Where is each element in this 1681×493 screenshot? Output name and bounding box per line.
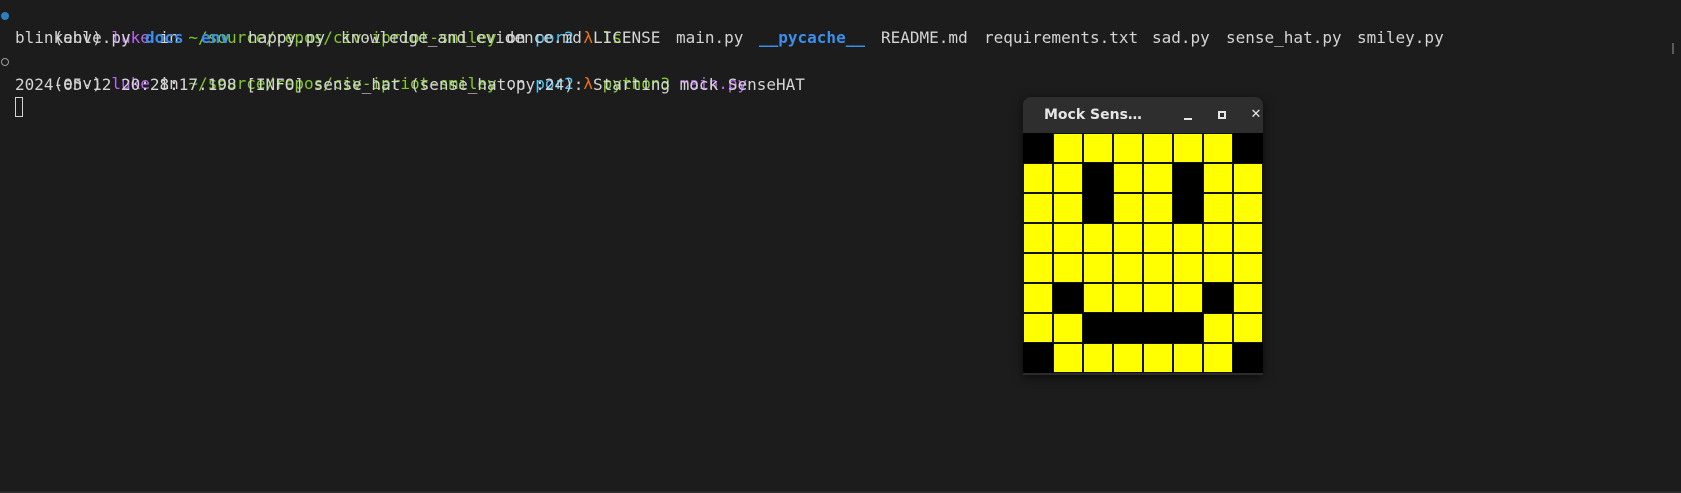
led-pixel bbox=[1083, 193, 1113, 223]
ls-directory-entry: docs bbox=[145, 28, 184, 47]
window-title: Mock Sens… bbox=[1044, 107, 1142, 123]
command-status-running-icon bbox=[1, 58, 9, 66]
led-pixel bbox=[1173, 343, 1203, 373]
led-pixel bbox=[1203, 223, 1233, 253]
led-pixel bbox=[1203, 193, 1233, 223]
led-pixel bbox=[1023, 223, 1053, 253]
led-pixel bbox=[1233, 253, 1263, 283]
led-pixel bbox=[1113, 343, 1143, 373]
led-pixel bbox=[1173, 313, 1203, 343]
ls-file-entry: happy.py bbox=[248, 28, 326, 47]
led-pixel bbox=[1143, 133, 1173, 163]
window-title-bar[interactable]: Mock Sens… ✕ bbox=[1023, 97, 1263, 133]
ls-file-entry: sad.py bbox=[1152, 28, 1210, 47]
close-icon: ✕ bbox=[1250, 107, 1262, 122]
led-pixel bbox=[1143, 253, 1173, 283]
led-pixel bbox=[1083, 133, 1113, 163]
led-pixel bbox=[1053, 343, 1083, 373]
led-pixel bbox=[1203, 253, 1233, 283]
led-pixel bbox=[1203, 313, 1233, 343]
led-pixel bbox=[1173, 223, 1203, 253]
led-pixel bbox=[1173, 283, 1203, 313]
led-pixel bbox=[1173, 253, 1203, 283]
led-pixel bbox=[1053, 283, 1083, 313]
led-pixel bbox=[1143, 343, 1173, 373]
maximize-button[interactable] bbox=[1210, 103, 1234, 127]
led-pixel bbox=[1053, 253, 1083, 283]
ls-file-entry: sense_hat.py bbox=[1226, 28, 1342, 47]
led-pixel bbox=[1053, 193, 1083, 223]
led-pixel bbox=[1233, 223, 1263, 253]
led-pixel bbox=[1233, 343, 1263, 373]
led-pixel bbox=[1023, 283, 1053, 313]
led-pixel bbox=[1233, 193, 1263, 223]
led-pixel bbox=[1083, 313, 1113, 343]
ls-file-entry: README.md bbox=[881, 28, 968, 47]
led-pixel bbox=[1113, 223, 1143, 253]
led-pixel bbox=[1143, 223, 1173, 253]
led-pixel bbox=[1023, 193, 1053, 223]
led-pixel bbox=[1053, 223, 1083, 253]
led-pixel bbox=[1083, 223, 1113, 253]
command-status-success-icon bbox=[1, 12, 9, 20]
led-pixel bbox=[1083, 343, 1113, 373]
led-pixel bbox=[1053, 133, 1083, 163]
ls-file-entry: main.py bbox=[676, 28, 744, 47]
minimize-icon bbox=[1184, 118, 1192, 120]
led-pixel bbox=[1143, 193, 1173, 223]
led-pixel bbox=[1083, 253, 1113, 283]
led-pixel bbox=[1203, 133, 1233, 163]
led-pixel bbox=[1023, 313, 1053, 343]
led-pixel bbox=[1053, 313, 1083, 343]
maximize-icon bbox=[1218, 111, 1226, 119]
led-pixel bbox=[1113, 163, 1143, 193]
ls-file-entry: requirements.txt bbox=[984, 28, 1139, 47]
ls-output-line: blinkable.py docs env happy.py knowledge_and… bbox=[15, 27, 1665, 49]
terminal-window[interactable]: (env) luke in ~/source/repos/civ-ipriot-… bbox=[0, 0, 1681, 493]
minimize-button[interactable] bbox=[1176, 103, 1200, 127]
led-pixel bbox=[1113, 253, 1143, 283]
led-pixel bbox=[1233, 313, 1263, 343]
led-pixel bbox=[1203, 163, 1233, 193]
ls-directory-entry: __pycache__ bbox=[759, 28, 865, 47]
led-pixel bbox=[1023, 163, 1053, 193]
ls-file-entry: knowledge_and_evidence.md bbox=[341, 28, 582, 47]
led-pixel bbox=[1233, 283, 1263, 313]
led-pixel bbox=[1143, 283, 1173, 313]
led-pixel bbox=[1023, 343, 1053, 373]
terminal-cursor bbox=[15, 97, 23, 117]
led-pixel bbox=[1203, 283, 1233, 313]
led-pixel bbox=[1113, 283, 1143, 313]
led-pixel bbox=[1083, 163, 1113, 193]
ls-directory-entry: env bbox=[201, 28, 230, 47]
prompt-line-1: (env) luke in ~/source/repos/civ-ipriot-… bbox=[15, 5, 622, 47]
ls-file-entry: blinkable.py bbox=[15, 28, 131, 47]
mock-sensehat-window[interactable]: Mock Sens… ✕ bbox=[1023, 97, 1263, 375]
led-pixel bbox=[1023, 133, 1053, 163]
led-pixel bbox=[1233, 133, 1263, 163]
led-pixel bbox=[1233, 163, 1263, 193]
ls-file-entry: smiley.py bbox=[1357, 28, 1444, 47]
log-output-line: 2024-05-12 20:28:17.198 [INFO] sense_hat… bbox=[15, 75, 805, 94]
led-pixel bbox=[1173, 133, 1203, 163]
led-matrix bbox=[1023, 133, 1263, 373]
led-pixel bbox=[1173, 193, 1203, 223]
led-pixel bbox=[1113, 133, 1143, 163]
ls-file-entry: LICENSE bbox=[593, 28, 661, 47]
prompt-line-2: (env) luke in ~/source/repos/civ-ipriot-… bbox=[15, 51, 748, 93]
led-pixel bbox=[1113, 313, 1143, 343]
led-pixel bbox=[1143, 163, 1173, 193]
close-button[interactable]: ✕ bbox=[1244, 103, 1263, 127]
terminal-scrollbar[interactable] bbox=[1672, 43, 1674, 54]
led-pixel bbox=[1203, 343, 1233, 373]
led-pixel bbox=[1083, 283, 1113, 313]
led-pixel bbox=[1023, 253, 1053, 283]
led-pixel bbox=[1053, 163, 1083, 193]
led-pixel bbox=[1113, 193, 1143, 223]
led-pixel bbox=[1173, 163, 1203, 193]
led-pixel bbox=[1143, 313, 1173, 343]
